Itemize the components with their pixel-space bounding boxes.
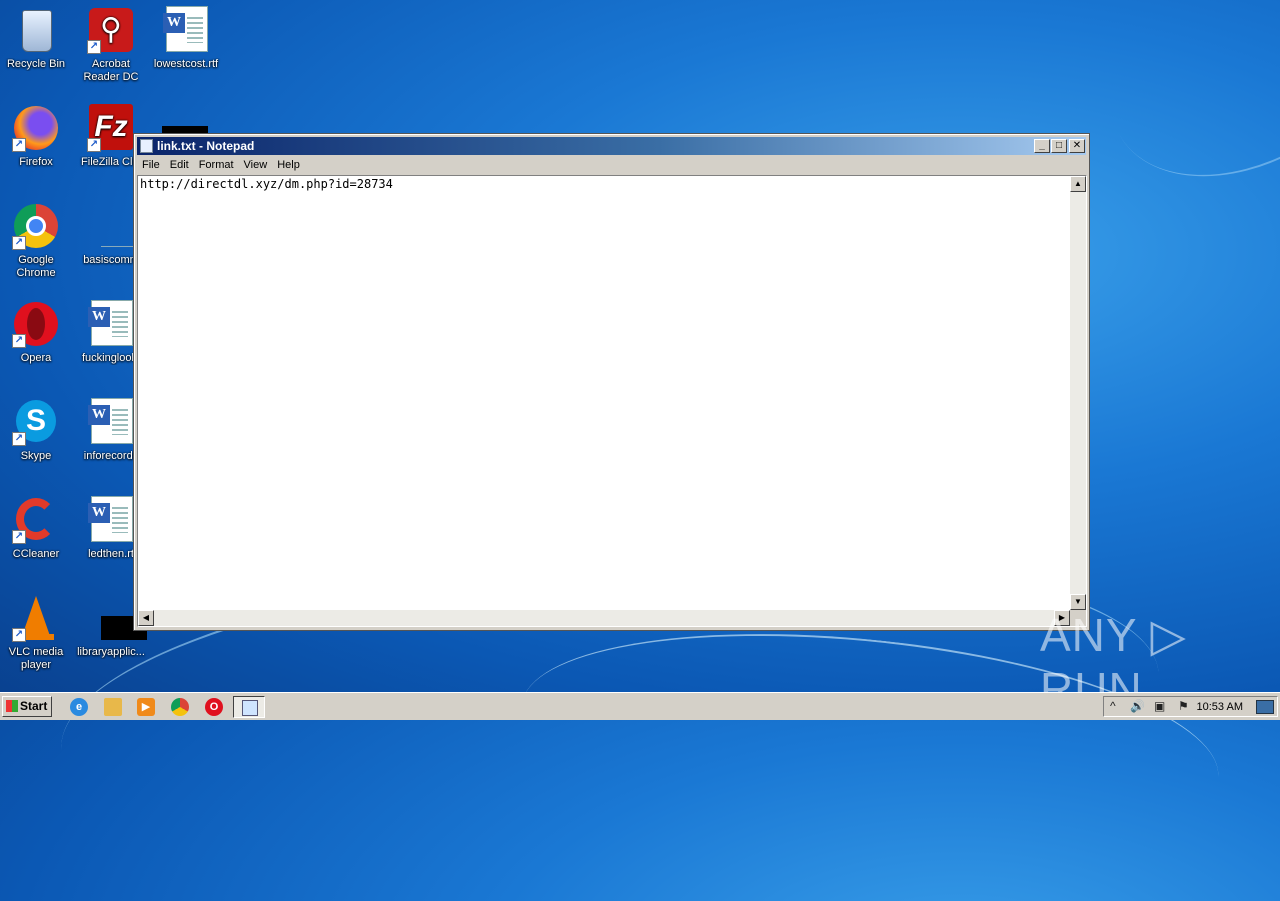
notepad-icon: [242, 700, 258, 716]
text-editor[interactable]: http://directdl.xyz/dm.php?id=28734 ▲ ▼ …: [137, 175, 1087, 627]
desktop-icon-label: libraryapplic...: [77, 646, 145, 658]
skype-icon: S ↗: [12, 398, 60, 446]
desktop-icon-label: Acrobat Reader DC: [83, 58, 139, 83]
desktop-icon-label: VLC media player: [8, 646, 64, 671]
maximize-button[interactable]: □: [1051, 139, 1067, 153]
system-tray: ^ 🔊 ▣ ⚑ 10:53 AM: [1103, 696, 1278, 717]
opera-taskbar-icon[interactable]: O: [205, 698, 223, 716]
desktop-icon-label: Firefox: [19, 156, 53, 168]
show-hidden-icons-button[interactable]: ^: [1110, 699, 1116, 714]
acrobat-icon: ⚲ ↗: [87, 6, 135, 54]
desktop-icon-label: lowestcost.rtf: [153, 58, 219, 70]
file-explorer-icon[interactable]: [104, 698, 122, 716]
desktop-icon-skype[interactable]: S ↗ Skype: [0, 398, 73, 463]
clock[interactable]: 10:53 AM: [1197, 700, 1243, 715]
black-thumbnail-icon: [87, 594, 147, 642]
media-player-icon[interactable]: ▶: [137, 698, 155, 716]
desktop-icon-recycle-bin[interactable]: Recycle Bin: [0, 6, 73, 71]
chrome-taskbar-icon[interactable]: [171, 698, 189, 716]
menu-format[interactable]: Format: [194, 156, 239, 174]
desktop-icon-firefox[interactable]: ↗ Firefox: [0, 104, 73, 169]
shortcut-arrow-icon: ↗: [12, 628, 26, 642]
vlc-icon: ↗: [12, 594, 60, 642]
desktop-icon-label: Google Chrome: [16, 254, 56, 279]
minimize-button[interactable]: _: [1034, 139, 1050, 153]
shortcut-arrow-icon: ↗: [12, 236, 26, 250]
action-center-flag-icon[interactable]: ⚑: [1178, 699, 1189, 714]
desktop-icon-label: CCleaner: [12, 548, 60, 560]
taskbar-notepad-button[interactable]: [233, 696, 265, 718]
desktop-icon-label: Opera: [20, 352, 52, 364]
close-button[interactable]: ✕: [1069, 139, 1085, 153]
menu-edit[interactable]: Edit: [165, 156, 194, 174]
menu-file[interactable]: File: [137, 156, 165, 174]
desktop-icon-opera[interactable]: ↗ Opera: [0, 300, 73, 365]
notepad-window[interactable]: link.txt - Notepad _ □ ✕ File Edit Format V…: [133, 133, 1090, 631]
scroll-up-button[interactable]: ▲: [1070, 176, 1086, 192]
desktop-icon-label: Skype: [20, 450, 52, 462]
show-desktop-button[interactable]: [1256, 700, 1274, 714]
window-title: link.txt - Notepad: [157, 139, 255, 153]
desktop-icon-vlc[interactable]: ↗ VLC media player: [0, 594, 73, 672]
chrome-icon: ↗: [12, 202, 60, 250]
menu-help[interactable]: Help: [272, 156, 305, 174]
editor-content[interactable]: http://directdl.xyz/dm.php?id=28734: [140, 177, 393, 191]
file-icon: [87, 202, 135, 250]
desktop-icon-chrome[interactable]: ↗ Google Chrome: [0, 202, 73, 280]
shortcut-arrow-icon: ↗: [12, 530, 26, 544]
opera-icon: ↗: [12, 300, 60, 348]
desktop-icon-ccleaner[interactable]: ↗ CCleaner: [0, 496, 73, 561]
recycle-bin-icon: [12, 6, 60, 54]
word-document-icon: W: [87, 300, 135, 348]
shortcut-arrow-icon: ↗: [87, 40, 101, 54]
menu-view[interactable]: View: [239, 156, 273, 174]
wallpaper-streak: [1069, 0, 1280, 224]
horizontal-scrollbar[interactable]: ◀ ▶: [138, 610, 1070, 626]
vertical-scrollbar[interactable]: ▲ ▼: [1070, 176, 1086, 610]
shortcut-arrow-icon: ↗: [87, 138, 101, 152]
shortcut-arrow-icon: ↗: [12, 432, 26, 446]
taskbar: Start e ▶ O ^ 🔊 ▣ ⚑ 10:53 AM: [0, 692, 1280, 720]
filezilla-icon: Fz ↗: [87, 104, 135, 152]
start-button[interactable]: Start: [2, 696, 52, 717]
desktop-icon-lowestcost[interactable]: W lowestcost.rtf: [149, 6, 223, 71]
network-icon[interactable]: ▣: [1154, 699, 1165, 714]
windows-logo-icon: [6, 700, 18, 712]
shortcut-arrow-icon: ↗: [12, 334, 26, 348]
word-document-icon: W: [87, 496, 135, 544]
desktop-icon-acrobat[interactable]: ⚲ ↗ Acrobat Reader DC: [74, 6, 148, 84]
menu-bar: File Edit Format View Help: [137, 156, 1086, 174]
scroll-left-button[interactable]: ◀: [138, 610, 154, 626]
word-document-icon: W: [87, 398, 135, 446]
shortcut-arrow-icon: ↗: [12, 138, 26, 152]
firefox-icon: ↗: [12, 104, 60, 152]
volume-icon[interactable]: 🔊: [1130, 699, 1145, 714]
internet-explorer-icon[interactable]: e: [70, 698, 88, 716]
notepad-app-icon: [140, 139, 153, 153]
start-label: Start: [20, 699, 48, 713]
ccleaner-icon: ↗: [12, 496, 60, 544]
title-bar[interactable]: link.txt - Notepad _ □ ✕: [137, 137, 1086, 155]
word-document-icon: W: [162, 6, 210, 54]
desktop-icon-label: Recycle Bin: [6, 58, 66, 70]
